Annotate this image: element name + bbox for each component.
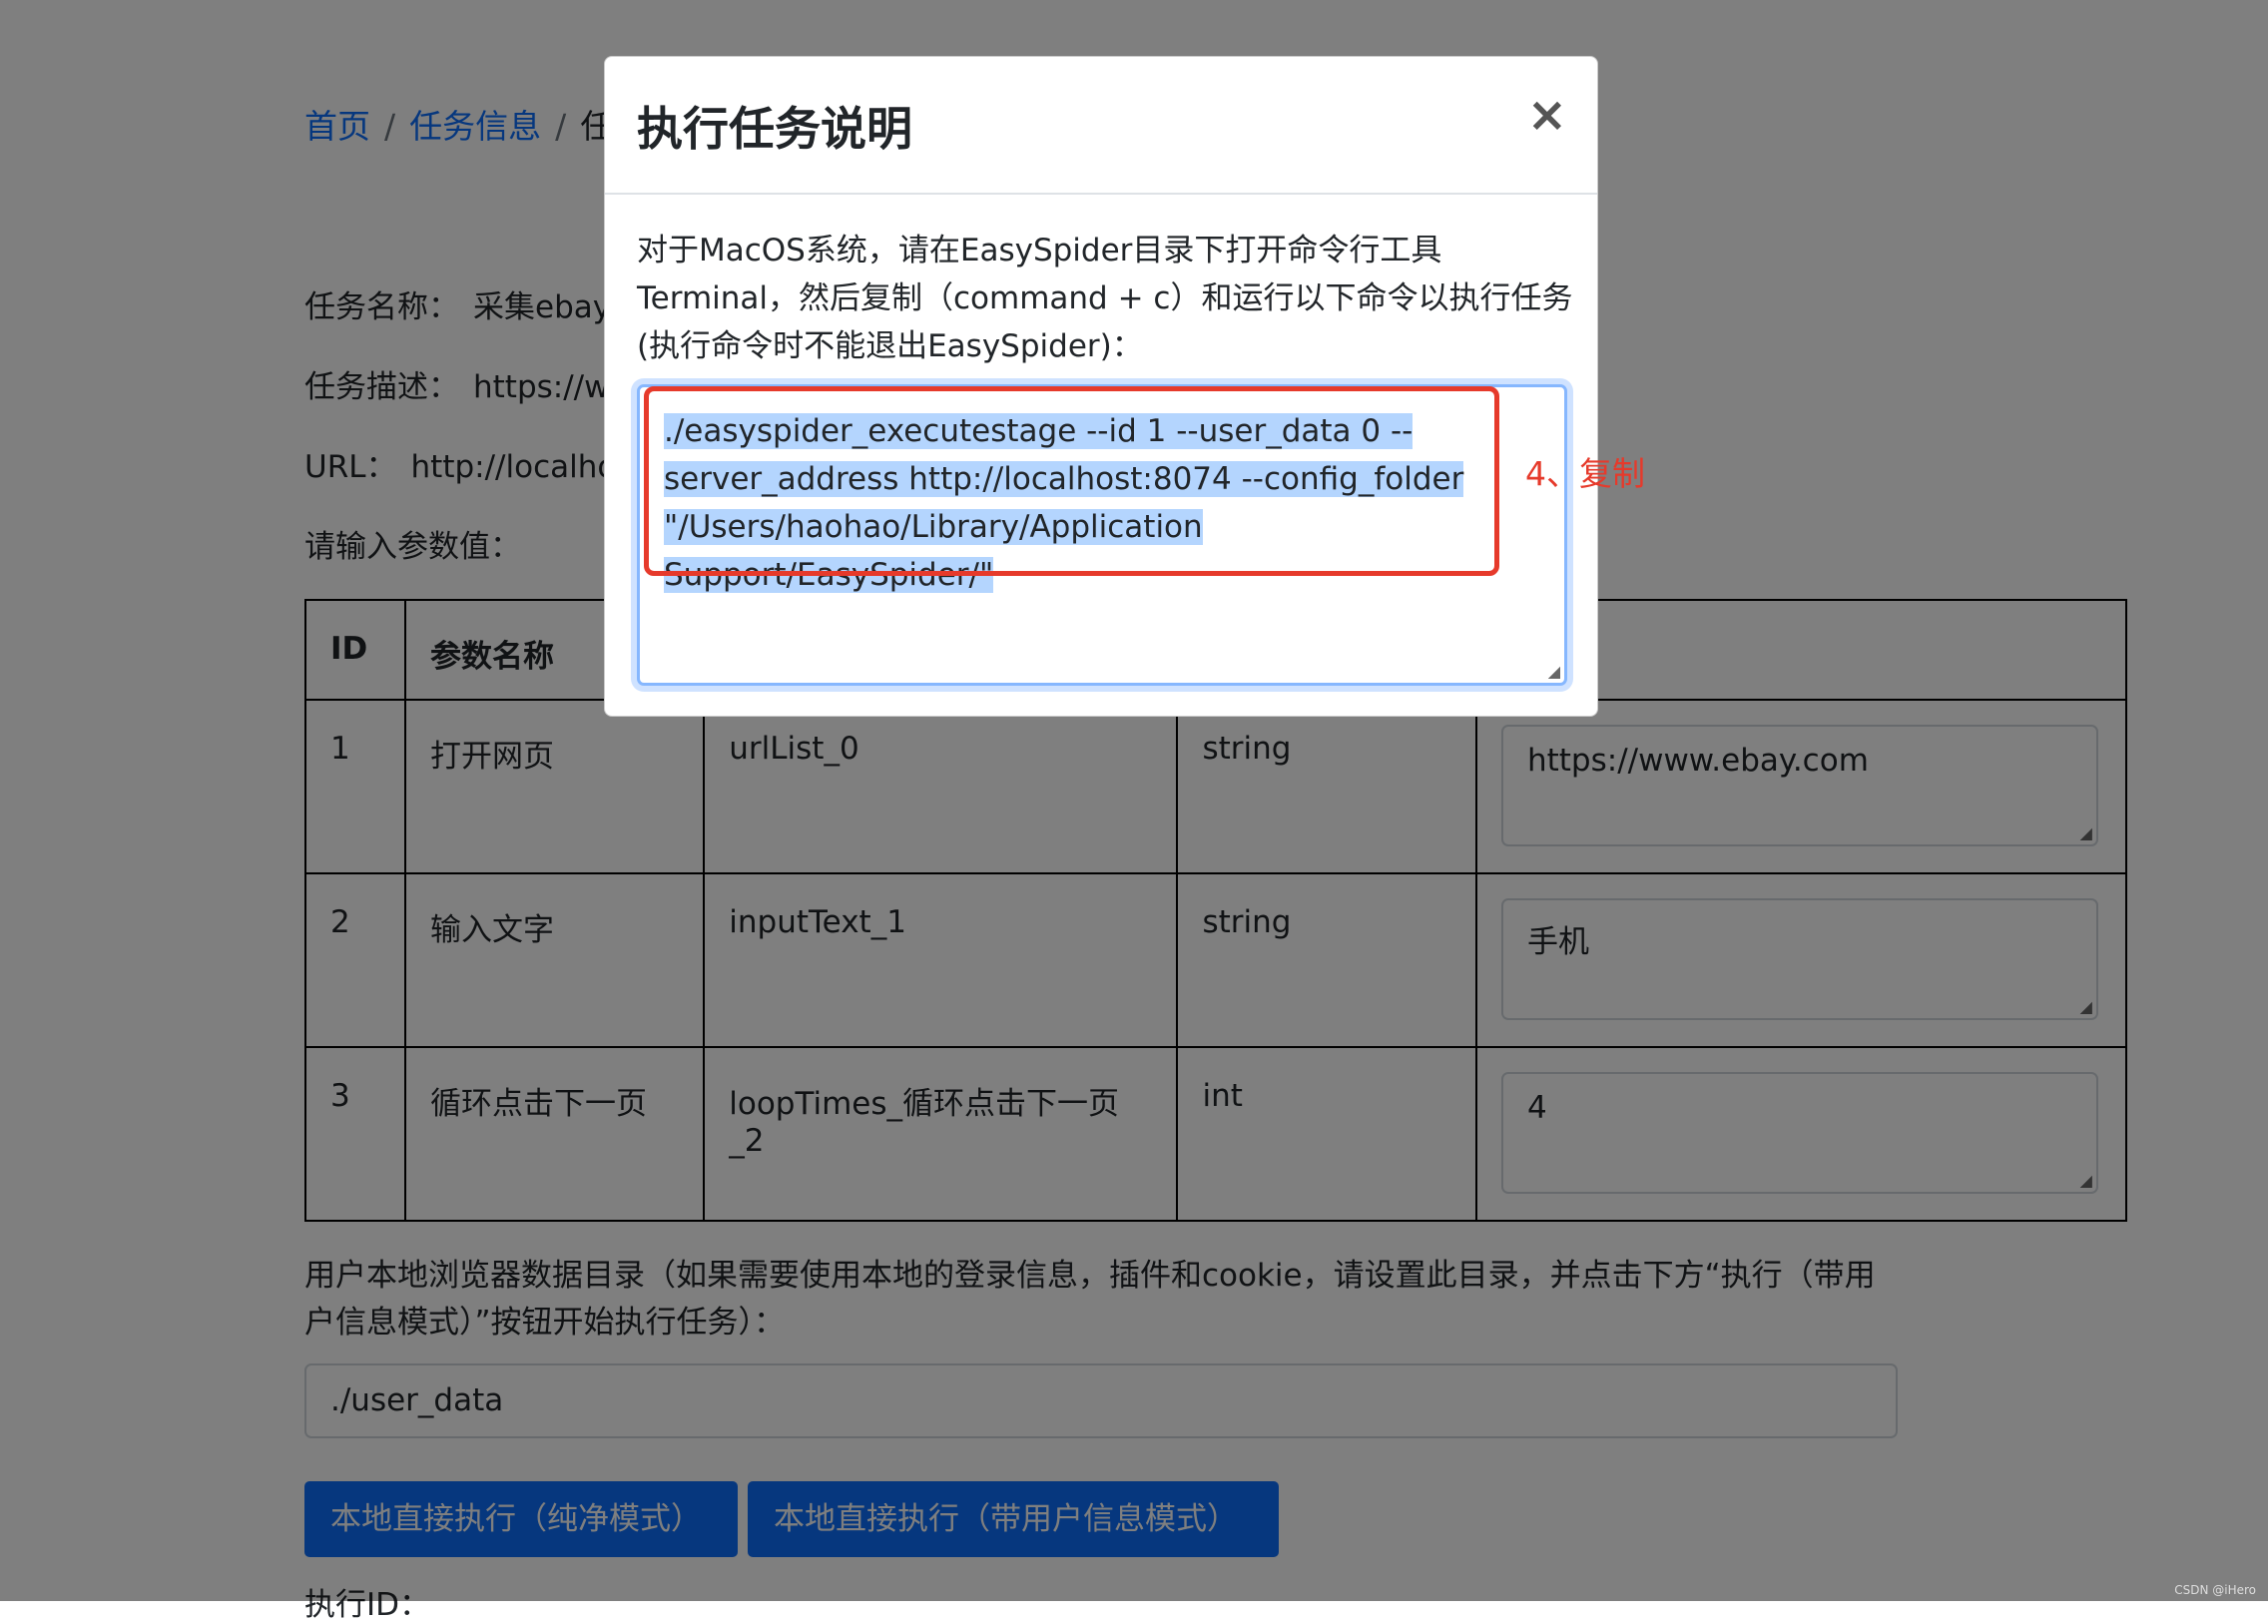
annotation-highlight-frame: [644, 386, 1499, 576]
resize-grip-icon[interactable]: ◢: [1548, 662, 1560, 681]
modal-title: 执行任务说明: [637, 93, 912, 159]
modal-header: 执行任务说明 ×: [605, 57, 1597, 195]
close-icon[interactable]: ×: [1527, 87, 1567, 143]
annotation-label: 4、复制: [1525, 447, 1645, 495]
watermark: CSDN @iHero: [2174, 1583, 2256, 1597]
modal-description: 对于MacOS系统，请在EasySpider目录下打开命令行工具Terminal…: [637, 227, 1575, 370]
